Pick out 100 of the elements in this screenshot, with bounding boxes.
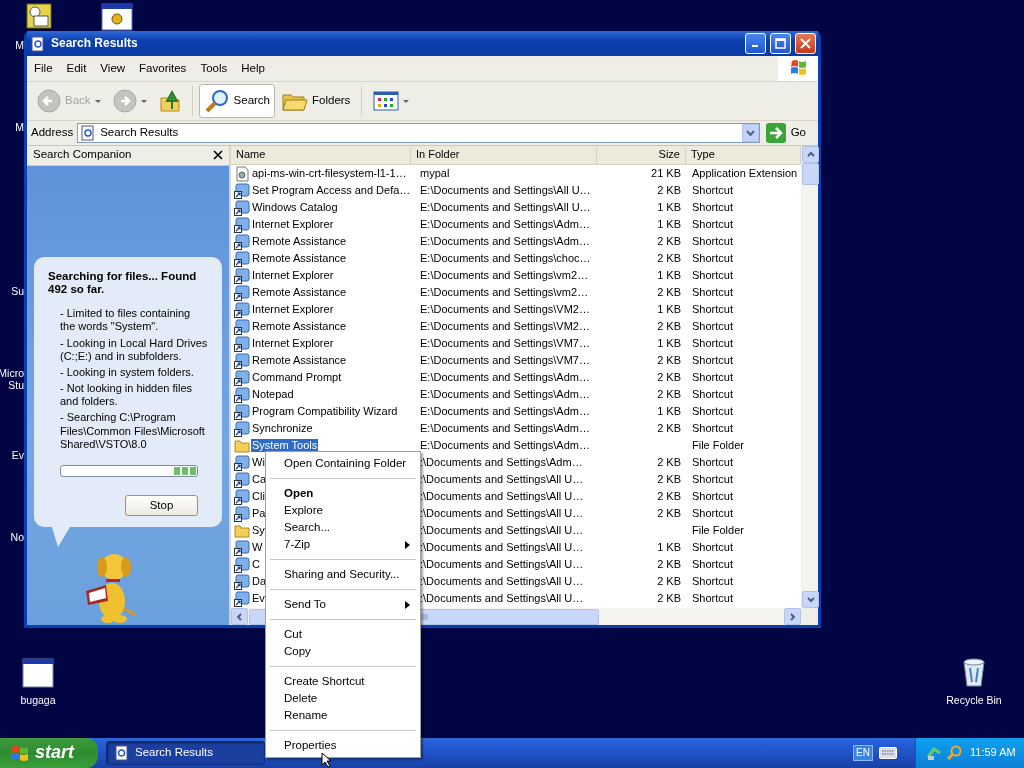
menu-item[interactable]: Rename <box>268 707 418 724</box>
menu-item[interactable]: Open <box>268 485 418 502</box>
file-name[interactable]: Cli <box>251 489 266 504</box>
icon-label[interactable]: Ev <box>11 449 24 462</box>
file-name[interactable]: Remote Assistance <box>251 353 348 368</box>
shortcut-icon <box>234 199 250 216</box>
folder-path: :\Documents and Settings\Adm… <box>419 455 584 470</box>
icon-label[interactable]: M <box>15 121 24 134</box>
file-name[interactable]: Internet Explorer <box>251 217 335 232</box>
folder-path: E:\Documents and Settings\VM7… <box>419 336 591 351</box>
menu-item[interactable]: Search... <box>268 519 418 536</box>
scroll-right-button[interactable] <box>784 608 801 625</box>
file-name[interactable]: Program Compatibility Wizard <box>251 404 399 419</box>
minimize-button[interactable] <box>745 33 766 54</box>
close-button[interactable] <box>213 150 223 161</box>
file-name[interactable]: Sy <box>251 523 266 538</box>
icon-label[interactable]: No <box>10 531 24 544</box>
file-name[interactable]: Pa <box>251 506 267 521</box>
menu-item[interactable]: Favorites <box>132 61 194 76</box>
flag-icon <box>778 56 818 81</box>
file-name[interactable]: Remote Assistance <box>251 285 348 300</box>
menu-item[interactable]: Help <box>234 61 272 76</box>
file-size: 2 KB <box>656 387 682 402</box>
menu-item[interactable]: Edit <box>59 61 94 76</box>
file-size: 1 KB <box>656 540 682 555</box>
icon-label[interactable]: Recycle Bin <box>946 694 1002 707</box>
menu-item[interactable]: Delete <box>268 690 418 707</box>
taskbar-button[interactable]: Search Results <box>106 741 265 765</box>
start-button[interactable]: start <box>0 738 98 768</box>
scrollbar-corner <box>801 608 818 625</box>
file-name[interactable]: Internet Explorer <box>251 302 335 317</box>
menu-item[interactable]: Sharing and Security... <box>268 566 418 583</box>
icon-label[interactable]: bugaga <box>20 694 56 707</box>
file-name[interactable]: api-ms-win-crt-filesystem-l1-1… <box>251 166 408 181</box>
maximize-button[interactable] <box>770 33 791 54</box>
file-name[interactable]: Remote Assistance <box>251 251 348 266</box>
menu-item[interactable]: Properties <box>268 737 418 754</box>
file-name[interactable]: Ca <box>251 472 268 487</box>
scroll-up-button[interactable] <box>802 146 819 163</box>
menu-item[interactable]: Tools <box>193 61 235 76</box>
shortcut-icon <box>234 335 250 352</box>
vertical-scrollbar[interactable] <box>801 146 818 608</box>
icon-label[interactable]: Micro <box>0 367 24 380</box>
file-type: Shortcut <box>691 336 734 351</box>
file-name[interactable]: Internet Explorer <box>251 336 335 351</box>
scroll-thumb[interactable] <box>802 163 819 185</box>
language-indicator[interactable]: EN <box>853 745 873 761</box>
menu-item[interactable]: Create Shortcut <box>268 673 418 690</box>
menu-item[interactable]: Copy <box>268 643 418 660</box>
menu-item[interactable]: Open Containing Folder <box>268 455 418 472</box>
network-icon[interactable] <box>926 745 942 761</box>
shortcut-icon <box>234 420 250 437</box>
window-icon[interactable] <box>22 658 54 690</box>
scroll-left-button[interactable] <box>231 608 248 625</box>
menu-item[interactable]: File <box>27 61 60 76</box>
file-type: Shortcut <box>691 268 734 283</box>
shortcut-icon <box>234 539 250 556</box>
search-detail: - Looking in Local Hard Drives (C:;E:) and in subfolders. <box>60 336 208 363</box>
address-field[interactable]: Search Results <box>77 123 760 143</box>
file-size: 1 KB <box>656 200 682 215</box>
file-type: Shortcut <box>691 200 734 215</box>
file-name[interactable]: Remote Assistance <box>251 319 348 334</box>
menu-item[interactable]: View <box>93 61 133 76</box>
menu-item[interactable]: Explore <box>268 502 418 519</box>
column-header[interactable]: Name <box>231 146 411 164</box>
search-button[interactable]: Search <box>198 84 275 118</box>
shortcut-icon <box>234 369 250 386</box>
file-name[interactable]: Windows Catalog <box>251 200 339 215</box>
shortcut-icon <box>234 590 250 607</box>
file-name[interactable]: Synchronize <box>251 421 314 436</box>
file-name[interactable]: Ev <box>251 591 266 606</box>
stop-button[interactable]: Stop <box>125 495 198 516</box>
folders-button[interactable]: Folders <box>277 84 356 118</box>
folder-path: E:\Documents and Settings\vm2… <box>419 285 590 300</box>
file-name[interactable]: Set Program Access and Defa… <box>251 183 412 198</box>
column-header[interactable]: In Folder <box>411 146 597 164</box>
scroll-down-button[interactable] <box>802 591 819 608</box>
file-name[interactable]: Remote Assistance <box>251 234 348 249</box>
file-name[interactable]: Notepad <box>251 387 295 402</box>
icon-label[interactable]: M <box>15 39 24 52</box>
file-name[interactable]: Internet Explorer <box>251 268 335 283</box>
folder-path: E:\Documents and Settings\VM2… <box>419 302 591 317</box>
shortcut-icon <box>234 182 250 199</box>
folder-path: :\Documents and Settings\All U… <box>419 472 585 487</box>
menu-item[interactable]: 7-Zip <box>268 536 418 553</box>
icon-label[interactable]: Stu <box>8 379 24 392</box>
file-name[interactable]: Command Prompt <box>251 370 343 385</box>
file-name[interactable]: Da <box>251 574 268 589</box>
file-name[interactable]: W <box>251 540 264 555</box>
file-type: Shortcut <box>691 183 734 198</box>
menu-item[interactable]: Cut <box>268 626 418 643</box>
file-name[interactable]: System Tools <box>251 438 319 453</box>
icon-label[interactable]: Su <box>11 285 24 298</box>
go-button[interactable]: Go <box>763 123 814 143</box>
dropdown-button[interactable] <box>741 124 759 142</box>
file-name[interactable]: C <box>251 557 261 572</box>
menu-item[interactable]: Send To <box>268 596 418 613</box>
keyboard-icon[interactable] <box>879 747 897 759</box>
file-name[interactable]: Wi <box>251 455 266 470</box>
column-header[interactable]: Size <box>597 146 686 164</box>
